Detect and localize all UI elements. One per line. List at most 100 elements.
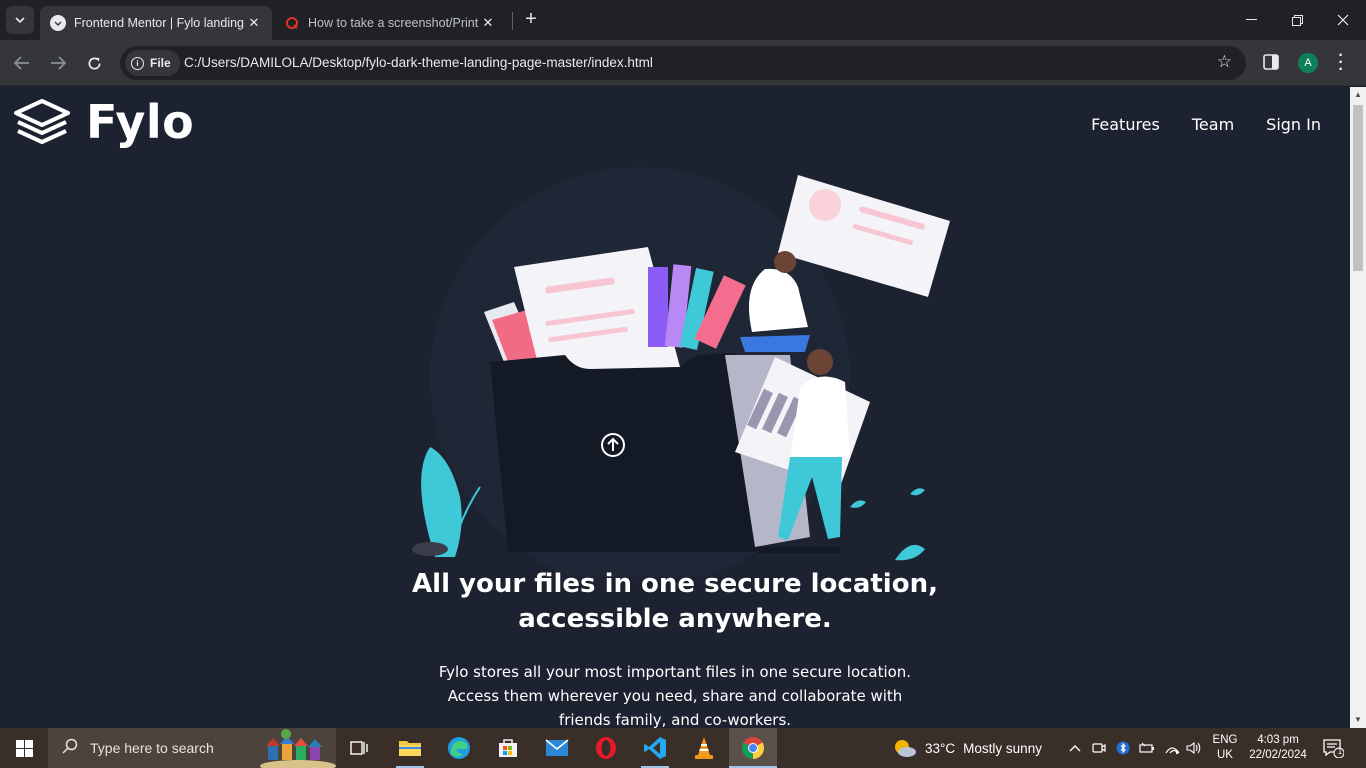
description-line: friends family, and co-workers. [558, 711, 792, 728]
arrow-right-icon [51, 56, 66, 70]
vlc-button[interactable] [680, 728, 728, 768]
hero-headline: All your files in one secure location, a… [375, 567, 975, 637]
restore-button[interactable] [1274, 0, 1320, 40]
headline-line: All your files in one secure location, [412, 569, 938, 599]
page-scrollbar[interactable]: ▲ ▼ [1350, 87, 1366, 728]
weather-widget[interactable]: 33°C Mostly sunny [893, 728, 1042, 768]
site-info-chip[interactable]: i File [125, 50, 180, 76]
scrollbar-thumb[interactable] [1353, 105, 1363, 271]
browser-toolbar: i File C:/Users/DAMILOLA/Desktop/fylo-da… [0, 40, 1366, 86]
browser-tab-bar: Frontend Mentor | Fylo landing ✕ How to … [0, 0, 1366, 40]
person-top-head [774, 251, 796, 273]
fylo-logo[interactable]: Fylo [12, 95, 194, 149]
search-placeholder: Type here to search [90, 740, 214, 756]
scheme-label: File [150, 56, 171, 70]
bookmark-star-icon[interactable]: ☆ [1217, 52, 1232, 72]
browser-menu-icon[interactable]: · · · [1336, 48, 1346, 78]
restore-icon [1291, 14, 1303, 26]
nav-sign-in[interactable]: Sign In [1266, 115, 1321, 134]
edge-button[interactable] [435, 728, 483, 768]
color-swatch [648, 267, 668, 347]
mail-button[interactable] [533, 728, 581, 768]
start-button[interactable] [0, 728, 48, 768]
plant-leaf [850, 500, 866, 508]
file-explorer-button[interactable] [386, 728, 434, 768]
bluetooth-tray-icon[interactable] [1114, 728, 1132, 768]
language-code: ENG [1212, 734, 1238, 746]
tab-close-icon[interactable]: ✕ [246, 15, 262, 31]
person-top-pants [740, 335, 810, 352]
arrow-left-icon [14, 56, 29, 70]
notification-count: 1 [1337, 747, 1343, 756]
side-panel-icon[interactable] [1262, 53, 1280, 71]
profile-avatar[interactable]: A [1298, 53, 1318, 73]
task-view-icon [350, 741, 368, 755]
taskbar-search-box[interactable]: Type here to search [48, 728, 336, 768]
close-icon [1337, 14, 1349, 26]
minimize-icon [1245, 19, 1257, 20]
tab-title: How to take a screenshot/Print [308, 16, 479, 30]
description-line: Fylo stores all your most important file… [438, 663, 912, 681]
meet-now-tray-icon[interactable] [1090, 728, 1108, 768]
tab-fylo[interactable]: Frontend Mentor | Fylo landing ✕ [40, 6, 272, 40]
vscode-button[interactable] [631, 728, 679, 768]
clock-date: 22/02/2024 [1249, 749, 1307, 761]
new-tab-button[interactable]: + [520, 8, 542, 32]
headline-line: accessible anywhere. [518, 604, 832, 634]
back-button[interactable] [8, 49, 36, 77]
description-line: Access them wherever you need, share and… [447, 687, 903, 705]
volume-tray-icon[interactable] [1184, 728, 1204, 768]
microsoft-store-button[interactable] [484, 728, 532, 768]
frontend-mentor-favicon-icon [50, 15, 66, 31]
windows-logo-icon [15, 739, 33, 757]
tab-search-button[interactable] [6, 6, 34, 34]
windows-taskbar: Type here to search 33°C Mostly sunny EN… [0, 728, 1366, 768]
quora-favicon-icon [284, 15, 300, 31]
address-bar[interactable]: i File C:/Users/DAMILOLA/Desktop/fylo-da… [120, 46, 1246, 80]
tab-screenshot-article[interactable]: How to take a screenshot/Print ✕ [274, 6, 506, 40]
plant-leaf [910, 488, 925, 496]
opera-button[interactable] [582, 728, 630, 768]
search-icon [62, 738, 78, 759]
plant-leaf [895, 544, 925, 561]
scroll-down-arrow-icon[interactable]: ▼ [1350, 712, 1366, 728]
chrome-icon [742, 737, 764, 759]
tab-close-icon[interactable]: ✕ [480, 15, 496, 31]
reload-button[interactable] [80, 49, 108, 77]
folder-icon [399, 741, 421, 756]
chrome-button[interactable] [729, 728, 777, 768]
nav-team[interactable]: Team [1192, 115, 1234, 134]
battery-tray-icon[interactable] [1138, 728, 1156, 768]
rock [412, 542, 448, 556]
card-avatar-circle [809, 189, 841, 221]
forward-button[interactable] [44, 49, 72, 77]
minimize-button[interactable] [1228, 0, 1274, 40]
weather-temperature: 33°C [925, 740, 956, 756]
tab-separator [512, 12, 513, 30]
store-icon [499, 739, 517, 757]
reload-icon [88, 57, 101, 69]
language-indicator[interactable]: ENG UK [1210, 733, 1240, 763]
close-window-button[interactable] [1320, 0, 1366, 40]
chevron-down-icon [15, 16, 25, 23]
clock-time: 4:03 pm [1257, 734, 1299, 746]
wifi-tray-icon[interactable] [1162, 728, 1182, 768]
show-hidden-icons-button[interactable] [1066, 728, 1084, 768]
opera-icon [596, 737, 616, 759]
chevron-up-icon [1069, 745, 1081, 752]
ground-shadow [755, 547, 840, 553]
keyboard-region: UK [1217, 749, 1233, 761]
task-view-button[interactable] [336, 728, 384, 768]
person-bottom-head [807, 349, 833, 375]
tab-title: Frontend Mentor | Fylo landing [74, 16, 245, 30]
info-icon: i [131, 56, 144, 70]
nav-features[interactable]: Features [1091, 115, 1160, 134]
stacked-layers-logo-icon [14, 99, 70, 144]
url-text[interactable]: C:/Users/DAMILOLA/Desktop/fylo-dark-them… [184, 46, 653, 80]
vlc-cone-icon [695, 737, 713, 759]
partly-sunny-icon [895, 740, 916, 757]
notification-center-button[interactable]: 1 [1322, 738, 1345, 759]
hero-description: Fylo stores all your most important file… [425, 660, 925, 728]
scroll-up-arrow-icon[interactable]: ▲ [1350, 87, 1366, 103]
system-clock[interactable]: 4:03 pm 22/02/2024 [1244, 733, 1312, 763]
